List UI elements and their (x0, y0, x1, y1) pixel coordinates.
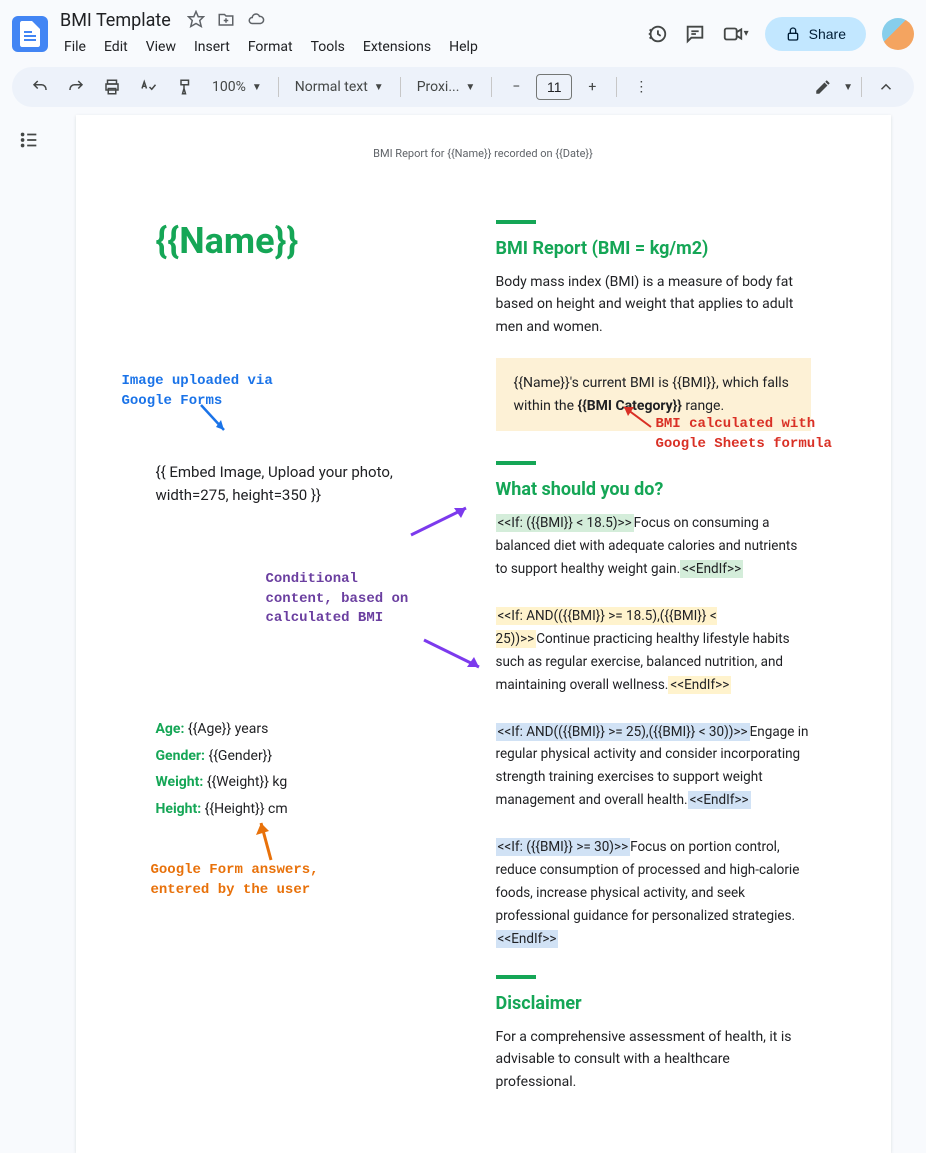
arrow-blue-icon (196, 400, 236, 440)
name-placeholder: {{Name}} (156, 220, 456, 262)
arrow-orange-icon (251, 815, 291, 865)
bmi-section-body: Body mass index (BMI) is a measure of bo… (496, 271, 811, 338)
conditional-block-4: <<If: ({{BMI}} >= 30)>>Focus on portion … (496, 836, 811, 951)
disclaimer-title: Disclaimer (496, 993, 811, 1014)
age-value: {{Age}} years (188, 721, 268, 737)
star-icon[interactable] (187, 10, 205, 32)
menu-help[interactable]: Help (441, 35, 486, 59)
document-title[interactable]: BMI Template (56, 8, 175, 33)
menu-tools[interactable]: Tools (303, 35, 353, 59)
gender-label: Gender: (156, 748, 205, 764)
height-label: Height: (156, 801, 202, 817)
paint-format-button[interactable] (168, 71, 200, 103)
font-select[interactable]: Proxi...▼ (409, 75, 484, 99)
font-size-input[interactable] (536, 74, 572, 100)
menu-edit[interactable]: Edit (96, 35, 136, 59)
redo-button[interactable] (60, 71, 92, 103)
decrease-font-button[interactable]: − (500, 71, 532, 103)
outline-toggle-icon[interactable] (12, 123, 52, 161)
more-toolbar-button[interactable]: ⋮ (625, 71, 657, 103)
meet-icon[interactable]: ▾ (722, 23, 749, 45)
history-icon[interactable] (646, 23, 668, 45)
weight-value: {{Weight}} kg (207, 774, 287, 790)
edit-mode-button[interactable] (807, 71, 839, 103)
annotation-bmi-calc: BMI calculated with Google Sheets formul… (656, 415, 832, 454)
annotation-conditional: Conditional content, based on calculated… (266, 570, 409, 629)
annotation-image-upload: Image uploaded via Google Forms (122, 372, 456, 411)
age-label: Age: (156, 721, 185, 737)
what-section-title: What should you do? (496, 479, 811, 500)
cloud-icon[interactable] (247, 10, 265, 32)
arrow-purple-down-icon (419, 635, 489, 675)
annotation-forms: Google Form answers, entered by the user (151, 861, 319, 900)
menu-bar: File Edit View Insert Format Tools Exten… (56, 35, 638, 59)
document-page[interactable]: BMI Report for {{Name}} recorded on {{Da… (76, 115, 891, 1153)
move-icon[interactable] (217, 10, 235, 32)
menu-view[interactable]: View (138, 35, 184, 59)
increase-font-button[interactable]: + (576, 71, 608, 103)
conditional-block-2: <<If: AND(({{BMI}} >= 18.5),({{BMI}} < 2… (496, 605, 811, 697)
edit-mode-dropdown[interactable]: ▼ (843, 82, 853, 93)
bmi-section-title: BMI Report (BMI = kg/m2) (496, 238, 811, 259)
conditional-block-1: <<If: ({{BMI}} < 18.5)>>Focus on consumi… (496, 512, 811, 581)
docs-logo-icon[interactable] (12, 16, 48, 52)
collapse-toolbar-button[interactable] (870, 71, 902, 103)
menu-file[interactable]: File (56, 35, 94, 59)
gender-value: {{Gender}} (208, 748, 272, 764)
spellcheck-button[interactable] (132, 71, 164, 103)
weight-label: Weight: (156, 774, 204, 790)
menu-format[interactable]: Format (240, 35, 301, 59)
menu-insert[interactable]: Insert (186, 35, 238, 59)
conditional-block-3: <<If: AND(({{BMI}} >= 25),({{BMI}} < 30)… (496, 721, 811, 813)
comment-icon[interactable] (684, 23, 706, 45)
user-avatar[interactable] (882, 18, 914, 50)
menu-extensions[interactable]: Extensions (355, 35, 439, 59)
arrow-purple-up-icon (406, 500, 476, 540)
zoom-select[interactable]: 100%▼ (204, 75, 270, 99)
disclaimer-body: For a comprehensive assessment of health… (496, 1026, 811, 1093)
app-header: BMI Template File Edit View Insert Forma… (0, 0, 926, 67)
toolbar: 100%▼ Normal text▼ Proxi...▼ − + ⋮ ▼ (12, 67, 914, 107)
share-button[interactable]: Share (765, 17, 866, 51)
print-button[interactable] (96, 71, 128, 103)
share-label: Share (809, 26, 846, 42)
undo-button[interactable] (24, 71, 56, 103)
page-header-text: BMI Report for {{Name}} recorded on {{Da… (156, 147, 811, 160)
style-select[interactable]: Normal text▼ (287, 75, 392, 99)
metadata-block: Age: {{Age}} years Gender: {{Gender}} We… (156, 716, 456, 822)
arrow-red-icon (616, 402, 656, 432)
